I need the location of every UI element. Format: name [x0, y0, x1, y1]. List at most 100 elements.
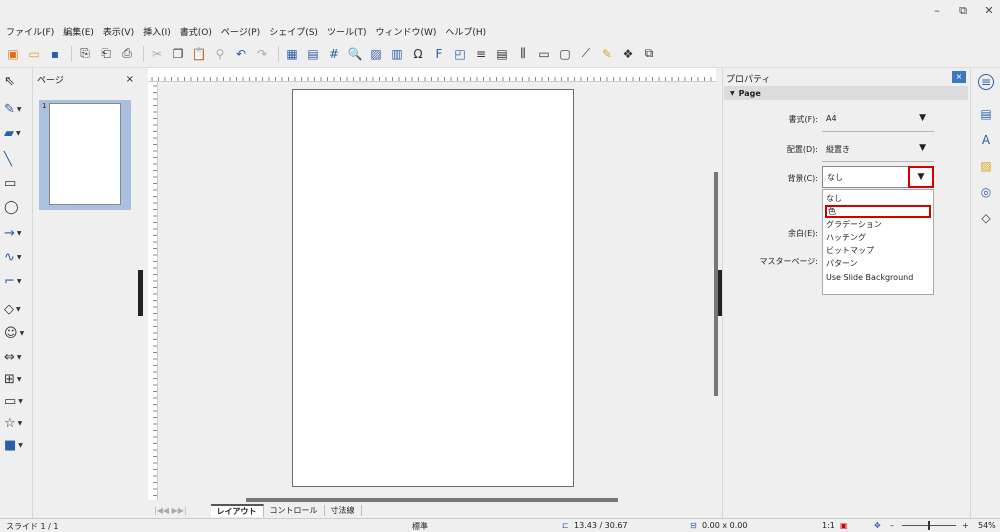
option-use-slide-background[interactable]: Use Slide Background	[825, 271, 931, 284]
close-window-button[interactable]: ✕	[982, 4, 996, 18]
separator	[143, 45, 144, 62]
option-color[interactable]: 色	[825, 205, 931, 218]
tab-controls[interactable]: コントロール	[264, 504, 325, 516]
paste-icon[interactable]: 📋	[190, 45, 208, 63]
export-pdf-icon[interactable]: ⎗	[97, 45, 115, 63]
cursor-position: 13.43 / 30.67	[574, 521, 628, 530]
menu-view[interactable]: 表示(V)	[103, 25, 134, 38]
snap-grid-icon[interactable]: #	[325, 45, 343, 63]
open-folder-icon[interactable]: ▭	[25, 45, 43, 63]
restore-button[interactable]: ⧉	[956, 4, 970, 18]
special-character-icon[interactable]: Ω	[409, 45, 427, 63]
toggle-extrusion-icon[interactable]: ❖	[619, 45, 637, 63]
line-color-icon[interactable]: ✎ ▼	[4, 100, 28, 118]
zoom-level: 54%	[978, 521, 996, 530]
menu-help[interactable]: ヘルプ(H)	[445, 25, 486, 38]
3d-objects-icon[interactable]: ■ ▼	[4, 436, 28, 454]
background-label: 背景(C):	[787, 174, 818, 183]
shapes-deck-icon[interactable]: ◇	[978, 210, 994, 226]
fontwork-icon[interactable]: F	[430, 45, 448, 63]
menu-page[interactable]: ページ(P)	[221, 25, 260, 38]
arrange-icon[interactable]: ▤	[493, 45, 511, 63]
page-thumbnail[interactable]	[49, 103, 121, 205]
connector-icon[interactable]: ⌐ ▼	[4, 272, 28, 290]
shadow-icon[interactable]: ▭	[535, 45, 553, 63]
option-gradient[interactable]: グラデーション	[825, 218, 931, 231]
styles-deck-icon[interactable]: A	[978, 132, 994, 148]
interaction-icon[interactable]: ⧉	[640, 45, 658, 63]
menu-insert[interactable]: 挿入(I)	[143, 25, 171, 38]
document-modified-icon[interactable]: ▣	[840, 521, 848, 530]
points-icon[interactable]: ⟋	[577, 45, 595, 63]
basic-shapes-icon[interactable]: ◇ ▼	[4, 300, 28, 318]
fill-color-icon[interactable]: ▰ ▼	[4, 124, 28, 142]
horizontal-ruler[interactable]	[148, 68, 716, 82]
sidebar-close-icon[interactable]: ×	[952, 71, 966, 83]
clone-formatting-icon[interactable]: ⚲	[211, 45, 229, 63]
option-pattern[interactable]: パターン	[825, 257, 931, 270]
minimize-button[interactable]: –	[930, 4, 944, 18]
helplines-icon[interactable]: ▤	[304, 45, 322, 63]
print-icon[interactable]: ⎙	[118, 45, 136, 63]
block-arrows-icon[interactable]: ⇔ ▼	[4, 348, 28, 366]
export-icon[interactable]: ⎘	[76, 45, 94, 63]
menu-tools[interactable]: ツール(T)	[327, 25, 367, 38]
format-dropdown[interactable]: A4 ▼	[822, 108, 934, 132]
properties-deck-icon[interactable]: ▤	[978, 106, 994, 122]
zoom-in-button[interactable]: +	[962, 521, 969, 530]
orientation-dropdown[interactable]: 縦置き ▼	[822, 138, 934, 162]
zoom-slider-handle[interactable]	[928, 521, 930, 530]
distribute-icon[interactable]: ⫼	[514, 45, 532, 63]
tab-navigation-arrows-icon[interactable]: |◀◀ ▶▶|	[148, 506, 211, 515]
align-icon[interactable]: ≡	[472, 45, 490, 63]
page-section-header[interactable]: ▼ Page	[724, 86, 968, 100]
page-thumbnail-selected[interactable]: 1	[39, 100, 131, 210]
drawing-page[interactable]	[292, 89, 574, 487]
pages-panel-collapse-handle[interactable]	[138, 270, 143, 316]
menu-format[interactable]: 書式(O)	[180, 25, 212, 38]
master-page-label: マスターページ:	[759, 257, 818, 266]
save-icon[interactable]: ▪	[46, 45, 64, 63]
fit-page-icon[interactable]: ✥	[874, 521, 881, 530]
rectangle-icon[interactable]: ▭	[4, 174, 28, 192]
copy-icon[interactable]: ❐	[169, 45, 187, 63]
transformations-icon[interactable]: ◰	[451, 45, 469, 63]
option-hatching[interactable]: ハッチング	[825, 231, 931, 244]
insert-image-icon[interactable]: ▨	[367, 45, 385, 63]
menu-window[interactable]: ウィンドウ(W)	[375, 25, 436, 38]
stars-icon[interactable]: ☆ ▼	[4, 414, 28, 432]
menu-shape[interactable]: シェイプ(S)	[269, 25, 318, 38]
option-none[interactable]: なし	[825, 192, 931, 205]
callouts-icon[interactable]: ▭ ▼	[4, 392, 28, 410]
vertical-ruler[interactable]	[148, 82, 158, 500]
select-icon[interactable]: ⇖	[4, 72, 28, 90]
tab-layout[interactable]: レイアウト	[210, 503, 264, 517]
grid-icon[interactable]: ▦	[283, 45, 301, 63]
menu-edit[interactable]: 編集(E)	[63, 25, 94, 38]
new-document-icon[interactable]: ▣	[4, 45, 22, 63]
symbol-shapes-icon[interactable]: ☺ ▼	[4, 324, 28, 342]
undo-icon[interactable]: ↶	[232, 45, 250, 63]
zoom-out-button[interactable]: –	[890, 521, 894, 530]
insert-textbox-icon[interactable]: ▥	[388, 45, 406, 63]
menu-file[interactable]: ファイル(F)	[6, 25, 54, 38]
zoom-icon[interactable]: 🔍	[346, 45, 364, 63]
orientation-label: 配置(D):	[786, 145, 818, 154]
pages-panel-close-icon[interactable]: ×	[126, 74, 134, 85]
line-icon[interactable]: ╲	[4, 150, 28, 168]
option-bitmap[interactable]: ビットマップ	[825, 244, 931, 257]
ellipse-icon[interactable]: ◯	[4, 198, 28, 216]
curve-icon[interactable]: ∿ ▼	[4, 248, 28, 266]
redo-icon[interactable]: ↷	[253, 45, 271, 63]
tab-dimension-lines[interactable]: 寸法線	[325, 504, 362, 516]
gallery-deck-icon[interactable]: ▨	[978, 158, 994, 174]
format-label: 書式(F):	[788, 115, 818, 124]
line-arrow-icon[interactable]: → ▼	[4, 224, 28, 242]
navigator-deck-icon[interactable]: ◎	[978, 184, 994, 200]
background-dropdown-button[interactable]: ▼	[908, 166, 934, 188]
crop-icon[interactable]: ▢	[556, 45, 574, 63]
flowchart-icon[interactable]: ⊞ ▼	[4, 370, 28, 388]
cut-icon[interactable]: ✂	[148, 45, 166, 63]
glue-points-icon[interactable]: ✎	[598, 45, 616, 63]
sidebar-menu-icon[interactable]: ≡	[978, 74, 994, 90]
